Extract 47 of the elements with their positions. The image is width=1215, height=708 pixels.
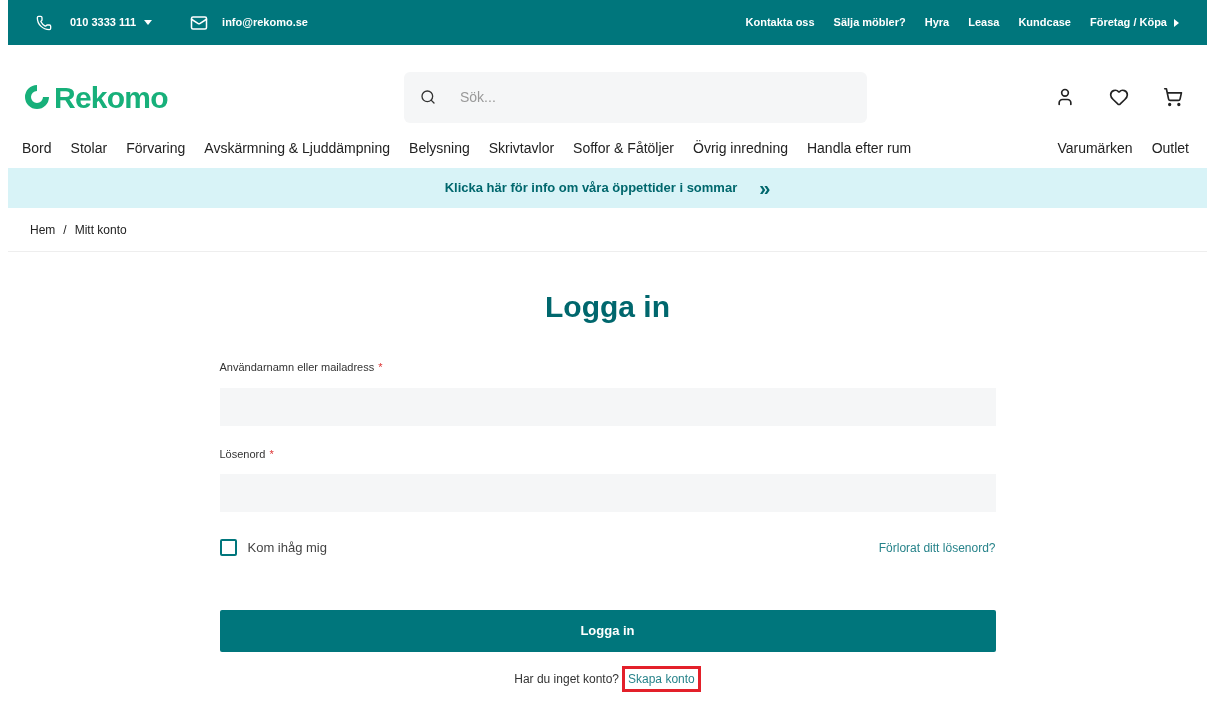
required-mark: * — [269, 446, 274, 462]
caret-icon — [1174, 18, 1179, 27]
search-input[interactable]: Sök... — [460, 86, 641, 108]
page-title: Logga in — [544, 289, 671, 325]
nav-item[interactable]: Bord — [22, 137, 52, 159]
nav-item[interactable]: Skrivtavlor — [488, 137, 555, 159]
remember-checkbox[interactable] — [219, 539, 237, 557]
top-link[interactable]: Företag / Köpa — [1090, 14, 1167, 31]
checkbox-label[interactable]: Kom ihåg mig — [247, 538, 327, 558]
top-link[interactable]: Leasa — [968, 14, 1000, 31]
forgot-password-link[interactable]: Förlorat ditt lösenord? — [878, 538, 996, 557]
breadcrumb-current: Mitt konto — [74, 221, 127, 239]
info-banner[interactable]: Klicka här för info om våra öppettider i sommar » — [8, 168, 1207, 208]
nav-item[interactable]: Avskärmning & Ljuddämpning — [204, 137, 391, 159]
login-button[interactable]: Logga in — [219, 609, 996, 652]
nav-item[interactable]: Handla efter rum — [806, 137, 912, 159]
nav-item[interactable]: Varumärken — [1057, 137, 1133, 159]
required-mark: * — [378, 360, 383, 375]
phone-icon — [36, 14, 52, 31]
search-field[interactable]: Sök... — [404, 71, 867, 123]
heart-icon[interactable] — [1109, 87, 1129, 107]
cart-icon[interactable] — [1163, 87, 1183, 107]
nav-item[interactable]: Förvaring — [126, 137, 186, 159]
logo-icon — [22, 82, 52, 112]
banner-text: Klicka här för info om våra öppettider i sommar — [444, 179, 738, 198]
top-link[interactable]: Kundcase — [1018, 14, 1071, 31]
mail-icon — [190, 13, 209, 32]
chevrons-icon: » — [759, 178, 771, 198]
nav-item[interactable]: Soffor & Fåtöljer — [573, 137, 674, 159]
breadcrumb-link[interactable]: Hem — [30, 220, 56, 239]
top-link[interactable]: Hyra — [924, 14, 950, 31]
breadcrumb-separator: / — [63, 221, 67, 239]
field-label: Användarnamn eller mailadress — [219, 360, 375, 375]
nav-item[interactable]: Belysning — [409, 137, 470, 159]
nav-item[interactable]: Outlet — [1151, 137, 1189, 159]
top-link[interactable]: Kontakta oss — [745, 14, 815, 31]
field-label: Lösenord — [219, 446, 266, 462]
phone-number[interactable]: 010 3333 111 — [70, 14, 137, 31]
caret-icon — [144, 20, 153, 25]
top-link[interactable]: Sälja möbler? — [833, 14, 906, 31]
signup-prompt: Har du inget konto? — [514, 670, 619, 688]
search-icon — [420, 89, 436, 105]
account-icon[interactable] — [1055, 87, 1075, 107]
signup-link[interactable]: Skapa konto — [622, 665, 701, 692]
nav-item[interactable]: Övrig inredning — [693, 137, 788, 159]
email-link[interactable]: info@rekomo.se — [222, 14, 308, 31]
nav-item[interactable]: Stolar — [70, 137, 108, 159]
